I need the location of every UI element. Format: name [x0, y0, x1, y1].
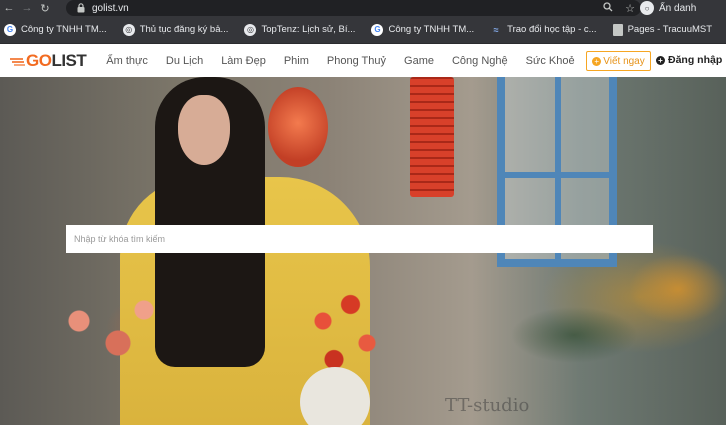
menu-item-lam-dep[interactable]: Làm Đẹp	[221, 55, 266, 67]
zoom-search-icon[interactable]	[603, 1, 613, 15]
hero-firecracker-decor	[410, 77, 454, 197]
bookmark-item[interactable]: Pages - TracuuMST	[612, 16, 713, 44]
login-label: Đăng nhập	[668, 54, 723, 66]
bookmark-item[interactable]: ≈ Trao đổi học tập - c...	[490, 16, 597, 44]
logo-prefix: GO	[26, 50, 52, 70]
search-input[interactable]	[66, 225, 653, 253]
menu-item-cong-nghe[interactable]: Công Nghệ	[452, 55, 508, 67]
bookmark-item[interactable]: G Công ty TNHH TM...	[371, 16, 474, 44]
hero-woman-face	[178, 95, 230, 165]
menu-item-game[interactable]: Game	[404, 55, 434, 67]
google-icon: G	[371, 23, 384, 36]
document-icon	[612, 23, 623, 36]
hero-watermark: TT-studio	[445, 395, 530, 416]
bookmark-label: Công ty TNHH TM...	[21, 24, 107, 35]
browser-toolbar: ← → ↻ golist.vn ☆ ○ Ẩn danh	[0, 0, 726, 16]
login-button[interactable]: + Đăng nhập	[656, 54, 722, 66]
main-menu: Ẩm thực Du Lịch Làm Đẹp Phim Phong Thuỷ …	[106, 54, 598, 68]
profile-name: Ẩn danh	[659, 2, 697, 14]
bookmark-label: Công ty TNHH TM...	[388, 24, 475, 35]
logo-suffix: LIST	[51, 50, 87, 70]
bookmark-label: Pages - TracuuMST	[627, 24, 713, 35]
bookmarks-bar: G Công ty TNHH TM... ◎ Thủ tục đăng ký b…	[0, 16, 726, 44]
globe-icon: ◎	[244, 23, 257, 36]
bookmark-item[interactable]: ◎ Thủ tục đăng ký bả...	[122, 16, 229, 44]
hero-lantern-decor	[268, 87, 328, 167]
site-logo[interactable]: GOLIST	[10, 50, 87, 71]
menu-item-phong-thuy[interactable]: Phong Thuỷ	[327, 55, 386, 67]
profile-button[interactable]: ○ Ẩn danh	[640, 0, 696, 16]
reload-icon[interactable]: ↻	[36, 0, 54, 16]
menu-item-am-thuc[interactable]: Ẩm thực	[106, 55, 148, 67]
incognito-icon: ○	[640, 1, 654, 15]
bookmark-label: TopTenz: Lịch sử, Bí...	[261, 24, 356, 35]
google-icon: G	[4, 23, 16, 36]
back-arrow-icon[interactable]: ←	[0, 0, 18, 16]
menu-item-phim[interactable]: Phim	[284, 55, 309, 67]
menu-item-suc-khoe[interactable]: Sức Khoẻ	[526, 55, 575, 67]
forward-arrow-icon[interactable]: →	[18, 0, 36, 16]
bookmark-item[interactable]: G Công ty TNHH TM...	[4, 16, 107, 44]
logo-text: GOLIST	[26, 50, 87, 71]
site-header: GOLIST Ẩm thực Du Lịch Làm Đẹp Phim Phon…	[0, 44, 726, 77]
write-now-button[interactable]: + Viết ngay	[586, 51, 651, 71]
globe-icon: ◎	[122, 23, 135, 36]
plus-icon: +	[592, 56, 602, 66]
bookmark-label: Trao đổi học tập - c...	[507, 24, 597, 35]
url-text[interactable]: golist.vn	[92, 3, 129, 14]
bookmark-star-icon[interactable]: ☆	[625, 2, 635, 15]
bookmark-item[interactable]: ◎ TopTenz: Lịch sử, Bí...	[244, 16, 355, 44]
logo-swoosh-icon	[10, 57, 25, 66]
lock-icon	[74, 3, 88, 13]
bookmark-label: Thủ tục đăng ký bả...	[139, 24, 229, 35]
wave-icon: ≈	[493, 24, 499, 35]
menu-item-du-lich[interactable]: Du Lịch	[166, 55, 203, 67]
hero-flowers-left	[40, 277, 170, 387]
address-bar[interactable]: golist.vn ☆	[66, 0, 641, 16]
write-now-label: Viết ngay	[603, 55, 645, 67]
plus-circle-icon: +	[656, 55, 665, 65]
